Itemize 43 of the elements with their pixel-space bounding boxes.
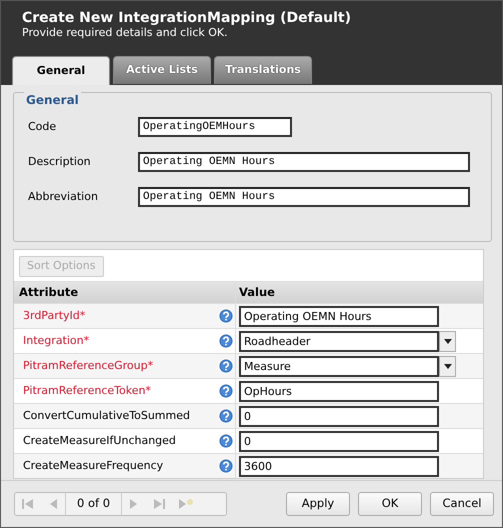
caret-icon	[444, 338, 452, 344]
attribute-label: PitramReferenceGroup*	[22, 358, 154, 374]
text-field[interactable]: Operating OEMN Hours	[138, 152, 470, 172]
attribute-label: CreateMeasureIfUnchanged	[22, 432, 177, 449]
play-new-icon	[178, 498, 194, 510]
tab[interactable]: General	[12, 56, 110, 85]
help-icon[interactable]	[219, 459, 233, 473]
help-icon[interactable]	[219, 359, 233, 373]
dialog-button[interactable]: OK	[358, 492, 422, 516]
field-label: Abbreviation	[28, 188, 99, 205]
page-count: 0 of 0	[65, 493, 122, 515]
caret-icon	[444, 364, 452, 368]
dialog-button[interactable]: Cancel	[430, 492, 494, 516]
attribute-label: CreateMeasureFrequency	[22, 458, 164, 474]
column-header: Attribute	[19, 284, 78, 301]
dropdown-button[interactable]	[439, 330, 456, 352]
help-icon[interactable]	[219, 409, 233, 423]
text-field[interactable]: Operating OEMN Hours	[138, 187, 470, 207]
dropdown-field[interactable]: Measure	[239, 356, 439, 376]
text-field[interactable]: 0	[239, 406, 439, 426]
dropdown-button[interactable]	[439, 356, 456, 376]
text-field[interactable]: 0	[239, 430, 439, 452]
help-icon[interactable]	[219, 309, 233, 323]
text-field[interactable]: Operating OEMN Hours	[239, 306, 439, 326]
help-icon[interactable]	[219, 334, 233, 348]
dialog-subtitle: Provide required details and click OK.	[22, 27, 229, 39]
text-field[interactable]: 3600	[239, 456, 439, 476]
field-label: Description	[28, 154, 92, 170]
dialog-title: Create New IntegrationMapping (Default)	[22, 9, 352, 27]
attribute-label: 3rdPartyId*	[22, 308, 86, 324]
help-icon[interactable]	[219, 384, 233, 398]
last-page-icon	[152, 498, 166, 510]
text-field[interactable]: OpHours	[239, 380, 439, 402]
attribute-label: ConvertCumulativeToSummed	[22, 408, 191, 424]
text-field[interactable]: OperatingOEMHours	[138, 117, 292, 137]
dropdown-field[interactable]: Roadheader	[239, 330, 439, 352]
dialog-button[interactable]: Apply	[286, 492, 350, 516]
attribute-label: Integration*	[22, 332, 90, 349]
first-page-icon	[21, 498, 35, 510]
help-icon[interactable]	[219, 434, 233, 448]
attribute-label: PitramReferenceToken*	[22, 382, 152, 399]
column-header: Value	[239, 284, 275, 301]
field-label: Code	[28, 118, 58, 135]
